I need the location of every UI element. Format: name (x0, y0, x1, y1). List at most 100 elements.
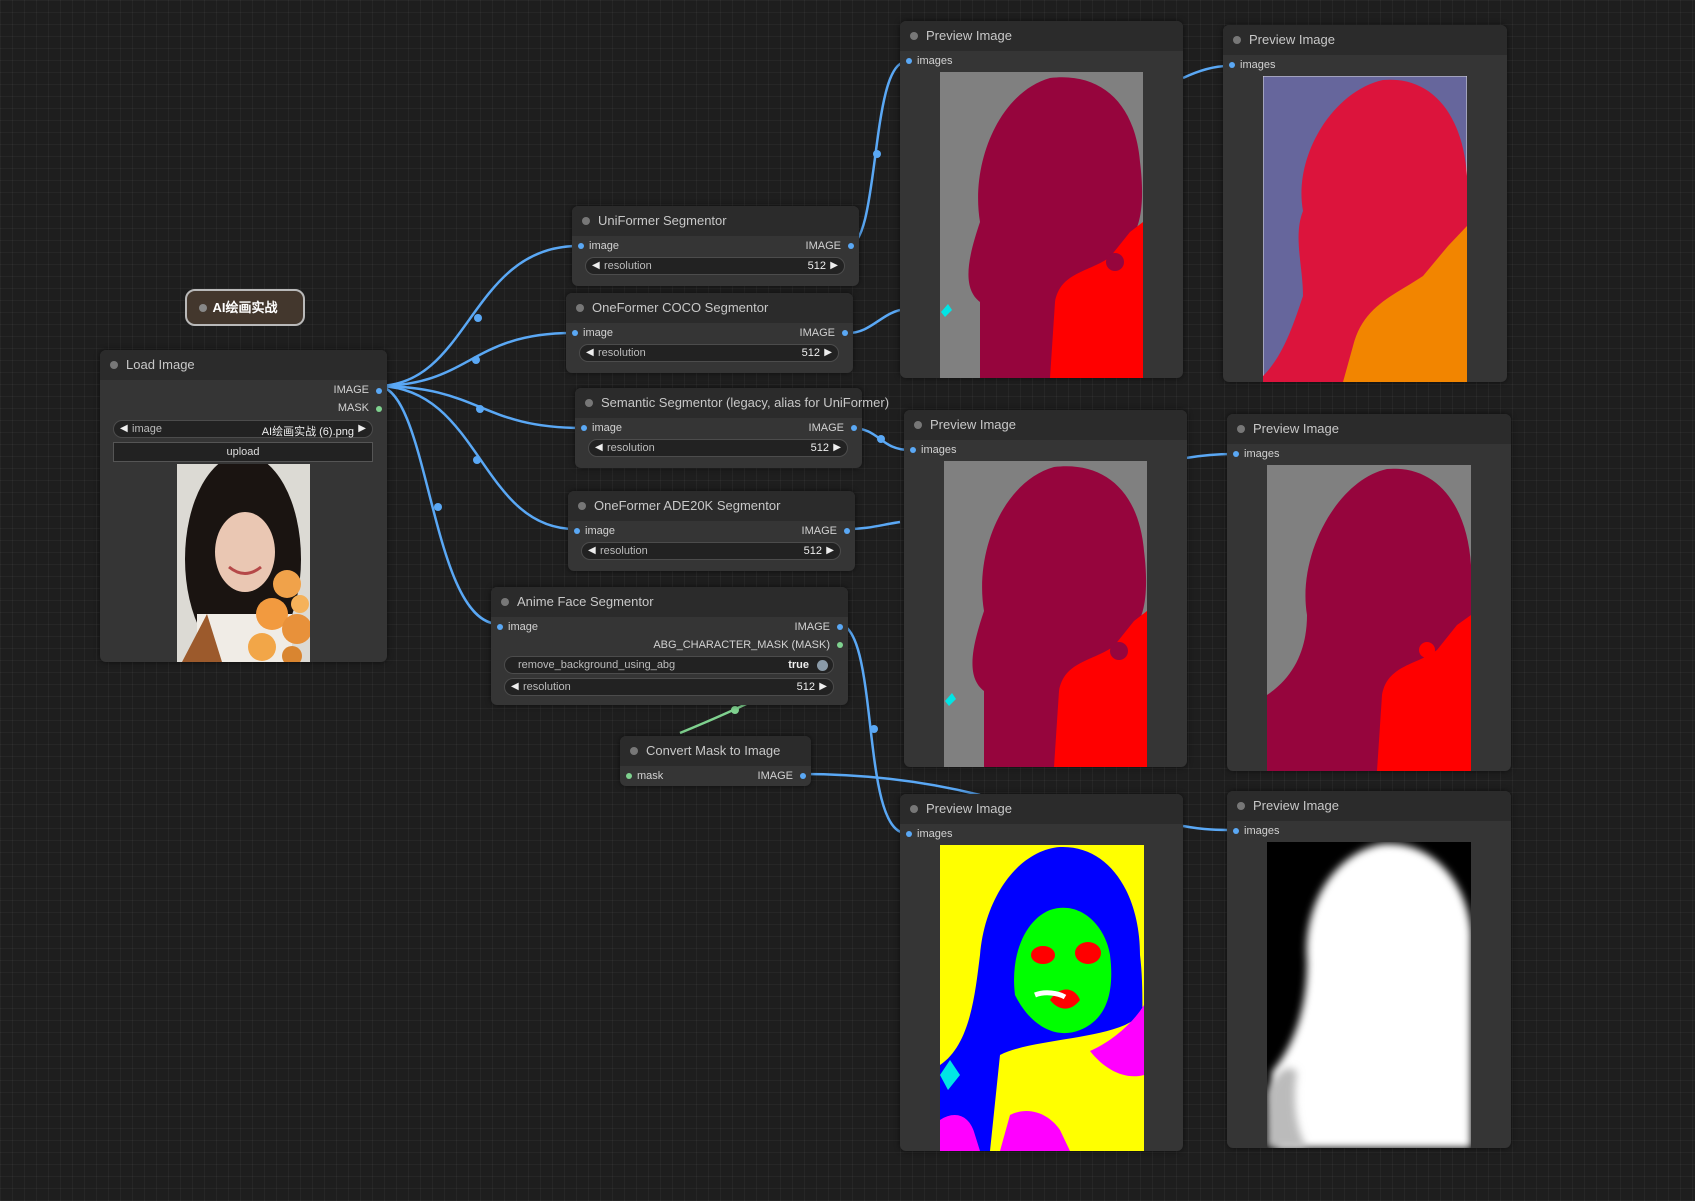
input-port-images[interactable] (1233, 828, 1239, 834)
resolution-widget[interactable]: ◀ resolution 512 ▶ (581, 542, 841, 560)
input-port-image[interactable] (578, 243, 584, 249)
widget-label: resolution (600, 545, 648, 557)
group-label[interactable]: AI绘画实战 (185, 289, 305, 326)
link-load-to-ade (376, 384, 576, 531)
preview-image-node-1[interactable]: Preview Image images (900, 21, 1183, 378)
collapse-dot-icon[interactable] (501, 598, 509, 606)
input-port-images[interactable] (1233, 451, 1239, 457)
arrow-right-icon[interactable]: ▶ (824, 347, 832, 358)
collapse-dot-icon[interactable] (630, 747, 638, 755)
output-port-image[interactable] (376, 388, 382, 394)
collapse-dot-icon[interactable] (585, 399, 593, 407)
input-port-image[interactable] (574, 528, 580, 534)
resolution-widget[interactable]: ◀ resolution 512 ▶ (588, 439, 848, 457)
collapse-dot-icon[interactable] (910, 805, 918, 813)
input-port-mask[interactable] (626, 773, 632, 779)
collapse-dot-icon[interactable] (914, 421, 922, 429)
widget-value: 512 (803, 545, 822, 557)
input-label-images: images (1244, 825, 1280, 837)
resolution-widget[interactable]: ◀ resolution 512 ▶ (579, 344, 839, 362)
output-label-image: IMAGE (808, 422, 844, 434)
arrow-left-icon[interactable]: ◀ (592, 260, 600, 271)
arrow-right-icon[interactable]: ▶ (830, 260, 838, 271)
input-label-image: image (583, 327, 613, 339)
resolution-widget[interactable]: ◀ resolution 512 ▶ (504, 678, 834, 696)
collapse-dot-icon[interactable] (582, 217, 590, 225)
semantic-segmentation-preview (944, 461, 1147, 767)
link-load-to-semantic (376, 384, 583, 430)
preview-image-node-4[interactable]: Preview Image images (1227, 414, 1511, 771)
output-port-image[interactable] (848, 243, 854, 249)
uniformer-title[interactable]: UniFormer Segmentor (572, 206, 859, 236)
collapse-dot-icon[interactable] (578, 502, 586, 510)
image-select-widget[interactable]: ◀ image AI绘画实战 (6).png ▶ (113, 420, 373, 438)
input-label-image: image (508, 621, 538, 633)
semantic-title[interactable]: Semantic Segmentor (legacy, alias for Un… (575, 388, 889, 418)
oneformer-coco-title[interactable]: OneFormer COCO Segmentor (566, 293, 853, 323)
output-port-image[interactable] (851, 425, 857, 431)
convert-mask-title[interactable]: Convert Mask to Image (620, 736, 811, 766)
oneformer-ade-title[interactable]: OneFormer ADE20K Segmentor (568, 491, 855, 521)
preview-image-node-5[interactable]: Preview Image images (900, 794, 1183, 1151)
preview-image-node-3[interactable]: Preview Image images (904, 410, 1187, 767)
arrow-right-icon[interactable]: ▶ (826, 545, 834, 556)
preview-title[interactable]: Preview Image (904, 410, 1187, 440)
arrow-right-icon[interactable]: ▶ (833, 442, 841, 453)
link-preview-right-1 (1182, 64, 1229, 80)
widget-label: remove_background_using_abg (518, 659, 676, 671)
output-port-image[interactable] (837, 624, 843, 630)
arrow-left-icon[interactable]: ◀ (595, 442, 603, 453)
anime-face-title[interactable]: Anime Face Segmentor (491, 587, 848, 617)
widget-label: resolution (523, 681, 571, 693)
convert-mask-to-image-node[interactable]: Convert Mask to Image mask IMAGE (620, 736, 811, 786)
arrow-left-icon[interactable]: ◀ (511, 681, 519, 692)
semantic-segmentor-node[interactable]: Semantic Segmentor (legacy, alias for Un… (575, 388, 889, 468)
collapse-dot-icon[interactable] (1233, 36, 1241, 44)
output-port-mask[interactable] (376, 406, 382, 412)
input-port-image[interactable] (572, 330, 578, 336)
collapse-dot-icon[interactable] (110, 361, 118, 369)
preview-image-node-2[interactable]: Preview Image images (1223, 25, 1507, 382)
load-image-node[interactable]: Load Image IMAGE MASK ◀ image AI绘画实战 (6)… (100, 350, 387, 662)
group-dot-icon (199, 304, 207, 312)
output-port-image[interactable] (800, 773, 806, 779)
arrow-right-icon[interactable]: ▶ (819, 681, 827, 692)
preview-title[interactable]: Preview Image (1223, 25, 1507, 55)
anime-face-segmentor-node[interactable]: Anime Face Segmentor image IMAGE ABG_CHA… (491, 587, 848, 705)
widget-value: 512 (807, 260, 826, 272)
arrow-left-icon[interactable]: ◀ (120, 423, 128, 434)
resolution-widget[interactable]: ◀ resolution 512 ▶ (585, 257, 845, 275)
preview-image-node-6[interactable]: Preview Image images (1227, 791, 1511, 1148)
toggle-knob-icon[interactable] (817, 660, 828, 671)
widget-label: resolution (607, 442, 655, 454)
output-port-image[interactable] (842, 330, 848, 336)
preview-title[interactable]: Preview Image (1227, 791, 1511, 821)
collapse-dot-icon[interactable] (576, 304, 584, 312)
collapse-dot-icon[interactable] (1237, 802, 1245, 810)
preview-title[interactable]: Preview Image (1227, 414, 1511, 444)
oneformer-ade20k-segmentor-node[interactable]: OneFormer ADE20K Segmentor image IMAGE ◀… (568, 491, 855, 571)
input-label-images: images (917, 55, 953, 67)
load-image-title[interactable]: Load Image (100, 350, 387, 380)
upload-button[interactable]: upload (113, 442, 373, 462)
input-port-image[interactable] (497, 624, 503, 630)
preview-title[interactable]: Preview Image (900, 21, 1183, 51)
uniformer-segmentation-preview (940, 72, 1143, 378)
output-port-image[interactable] (844, 528, 850, 534)
input-port-image[interactable] (581, 425, 587, 431)
input-port-images[interactable] (906, 58, 912, 64)
widget-label: resolution (604, 260, 652, 272)
collapse-dot-icon[interactable] (1237, 425, 1245, 433)
oneformer-coco-segmentor-node[interactable]: OneFormer COCO Segmentor image IMAGE ◀ r… (566, 293, 853, 373)
output-port-mask[interactable] (837, 642, 843, 648)
arrow-left-icon[interactable]: ◀ (586, 347, 594, 358)
arrow-right-icon[interactable]: ▶ (358, 423, 366, 434)
collapse-dot-icon[interactable] (910, 32, 918, 40)
arrow-left-icon[interactable]: ◀ (588, 545, 596, 556)
input-port-images[interactable] (910, 447, 916, 453)
remove-background-toggle[interactable]: remove_background_using_abg true (504, 656, 834, 674)
input-port-images[interactable] (906, 831, 912, 837)
uniformer-segmentor-node[interactable]: UniFormer Segmentor image IMAGE ◀ resolu… (572, 206, 859, 286)
preview-title[interactable]: Preview Image (900, 794, 1183, 824)
input-port-images[interactable] (1229, 62, 1235, 68)
